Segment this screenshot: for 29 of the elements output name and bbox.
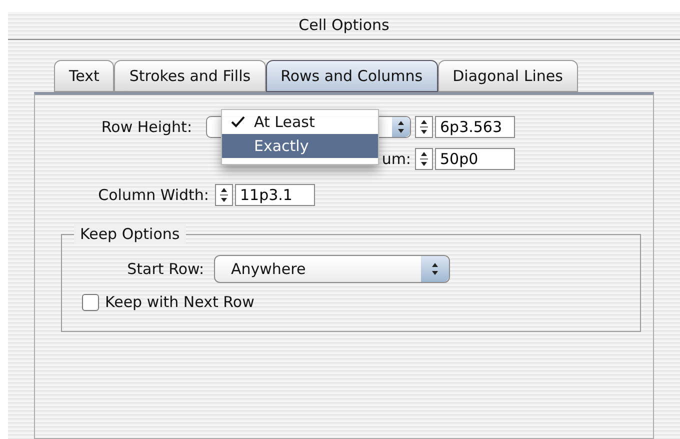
- dropdown-arrows-icon: [397, 120, 405, 134]
- number-field[interactable]: 11p3.1: [235, 184, 315, 206]
- stepper-arrows-icon: [419, 119, 429, 135]
- field-label: Row Height:: [100, 116, 193, 138]
- field-label: Column Width:: [97, 184, 210, 206]
- dropdown-arrows-icon: [431, 262, 439, 276]
- stepper-arrows-icon: [419, 151, 429, 167]
- stepper-button[interactable]: [215, 184, 233, 206]
- menu-item-label: At Least: [254, 112, 315, 133]
- number-field[interactable]: 50p0: [435, 148, 515, 170]
- checkmark-icon: [231, 116, 245, 128]
- group-title: Keep Options: [74, 224, 186, 244]
- tab[interactable]: Strokes and Fills: [114, 60, 266, 92]
- menu-item[interactable]: Exactly: [222, 134, 378, 158]
- menu-item[interactable]: At Least: [222, 110, 378, 134]
- stepper-button[interactable]: [415, 116, 433, 138]
- menu-item-label: Exactly: [254, 136, 309, 157]
- tab[interactable]: Text: [54, 60, 114, 92]
- stepper-button[interactable]: [415, 148, 433, 170]
- window-title: Cell Options: [298, 15, 390, 36]
- stepper-arrows-icon: [219, 187, 229, 203]
- tab[interactable]: Rows and Columns: [266, 60, 438, 92]
- number-field[interactable]: 6p3.563: [435, 116, 515, 138]
- field-label: Start Row:: [126, 258, 205, 280]
- field-label: um:: [381, 148, 412, 170]
- dropdown[interactable]: Anywhere: [214, 255, 450, 283]
- tab[interactable]: Diagonal Lines: [438, 60, 578, 92]
- checkbox-label: Keep with Next Row: [105, 292, 254, 313]
- checkbox[interactable]: [82, 294, 99, 311]
